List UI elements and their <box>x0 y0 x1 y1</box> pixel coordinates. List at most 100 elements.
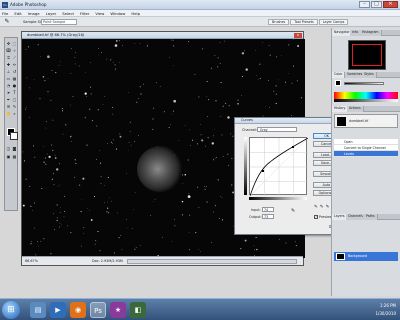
maximize-button[interactable]: □ <box>371 1 382 8</box>
preview-checkbox[interactable]: ✓ <box>314 215 318 219</box>
star <box>116 40 118 42</box>
star <box>96 158 97 160</box>
shape-tool-icon[interactable]: ▢ <box>12 97 17 102</box>
tab-brushes[interactable]: Brushes <box>268 19 290 25</box>
navigator-view-box[interactable] <box>352 44 382 66</box>
white-eyedropper-icon[interactable]: ✎ <box>326 205 330 210</box>
history-brush-tool-icon[interactable]: ↺ <box>12 69 17 74</box>
camera-app-icon[interactable]: ◧ <box>130 302 146 318</box>
gradient-tool-icon[interactable]: ▦ <box>12 76 17 81</box>
slice-tool-icon[interactable]: ⟋ <box>12 55 17 60</box>
blur-tool-icon[interactable]: ◔ <box>6 83 11 88</box>
menu-help[interactable]: Help <box>131 11 140 16</box>
clone-stamp-tool-icon[interactable]: ⊥ <box>6 69 11 74</box>
dodge-tool-icon[interactable]: ● <box>12 83 17 88</box>
color-ramp[interactable] <box>334 92 398 102</box>
crop-tool-icon[interactable]: ⌗ <box>6 55 11 60</box>
tab-histogram[interactable]: Histogram <box>360 30 382 36</box>
menu-select[interactable]: Select <box>62 11 74 16</box>
preview-toggle[interactable]: ✓ Preview <box>314 215 332 219</box>
star <box>114 44 118 47</box>
tab-actions[interactable]: Actions <box>347 106 364 112</box>
star <box>200 134 202 136</box>
eyedropper-tool-icon[interactable]: ✎ <box>12 104 17 109</box>
magic-wand-tool-icon[interactable]: ✧ <box>12 48 17 53</box>
tab-history[interactable]: History <box>332 106 349 112</box>
tab-channels[interactable]: Channels <box>346 214 366 220</box>
options-bar: ✎ Sample Size: Point Sample Brushes Tool… <box>0 17 400 27</box>
menu-file[interactable]: File <box>2 11 8 16</box>
layer-row[interactable]: Background <box>334 252 398 261</box>
star <box>195 232 197 234</box>
eyedropper-icon[interactable]: ✎ <box>3 18 11 26</box>
quick-mask-icon[interactable]: ◫ <box>6 146 11 151</box>
curve-pencil-icon[interactable]: ✎ <box>291 208 295 214</box>
healing-brush-tool-icon[interactable]: ✚ <box>6 62 11 67</box>
star <box>154 198 156 200</box>
tab-tool-presets[interactable]: Tool Presets <box>290 19 318 25</box>
color-panel-swatch[interactable] <box>335 80 341 86</box>
horizontal-scrollbar[interactable] <box>127 259 297 264</box>
photoshop-taskbar-icon[interactable]: Ps <box>90 302 106 318</box>
star <box>237 102 239 105</box>
move-tool-icon[interactable]: ✥ <box>6 41 11 46</box>
start-button[interactable]: ⊞ <box>2 301 20 319</box>
gray-slider[interactable] <box>344 82 384 85</box>
quick-mask-mode-icon[interactable]: ◙ <box>12 146 17 151</box>
notes-tool-icon[interactable]: ✉ <box>6 104 11 109</box>
star <box>120 235 122 236</box>
menu-layer[interactable]: Layer <box>46 11 57 16</box>
input-field[interactable]: 74 <box>262 207 274 212</box>
clock-time[interactable]: 1:26 PM <box>356 302 396 310</box>
menu-image[interactable]: Image <box>28 11 40 16</box>
minimize-button[interactable]: – <box>359 1 370 8</box>
star <box>188 249 190 251</box>
menu-view[interactable]: View <box>95 11 104 16</box>
black-eyedropper-icon[interactable]: ✎ <box>314 205 318 210</box>
document-close-button[interactable]: x <box>294 33 302 38</box>
star <box>34 227 36 229</box>
zoom-level[interactable]: 66.67% <box>25 259 38 263</box>
gray-eyedropper-icon[interactable]: ✎ <box>320 205 324 210</box>
star <box>30 243 32 245</box>
screen-mode-icon[interactable]: ▣ <box>6 154 11 159</box>
star <box>204 188 206 190</box>
menu-window[interactable]: Window <box>110 11 125 16</box>
star <box>43 161 45 163</box>
tab-styles[interactable]: Styles <box>362 72 377 78</box>
path-selection-tool-icon[interactable]: ➤ <box>6 90 11 95</box>
brush-tool-icon[interactable]: ✏ <box>12 62 17 67</box>
firefox-icon[interactable]: ◉ <box>70 302 86 318</box>
tab-layer-comps[interactable]: Layer Comps <box>318 19 349 25</box>
sample-size-select[interactable]: Point Sample <box>41 19 77 25</box>
type-tool-icon[interactable]: T <box>12 90 17 95</box>
pen-tool-icon[interactable]: ✒ <box>6 97 11 102</box>
explorer-icon[interactable]: ▤ <box>30 302 46 318</box>
eraser-tool-icon[interactable]: ▭ <box>6 76 11 81</box>
full-screen-mode-icon[interactable]: ▩ <box>12 154 17 159</box>
star <box>241 95 243 96</box>
lasso-tool-icon[interactable]: ↂ <box>6 48 11 53</box>
star <box>91 119 93 122</box>
close-button[interactable]: ✕ <box>383 1 398 8</box>
curve-graph[interactable] <box>249 137 309 197</box>
star <box>59 184 60 186</box>
star <box>55 72 57 74</box>
clock-date[interactable]: 1/30/2010 <box>356 310 396 318</box>
output-field[interactable]: 73 <box>262 214 274 219</box>
menu-filter[interactable]: Filter <box>80 11 89 16</box>
channel-select[interactable]: Gray <box>257 127 297 132</box>
zoom-tool-icon[interactable]: ⌕ <box>12 111 17 116</box>
menu-edit[interactable]: Edit <box>14 11 21 16</box>
history-item[interactable]: Levels <box>334 151 398 157</box>
background-color-swatch[interactable] <box>10 132 18 140</box>
marquee-tool-icon[interactable]: ⬚ <box>12 41 17 46</box>
media-player-icon[interactable]: ▶ <box>50 302 66 318</box>
tab-paths[interactable]: Paths <box>364 214 378 220</box>
navigator-preview[interactable] <box>348 40 386 70</box>
tab-color[interactable]: Color <box>332 72 346 78</box>
hand-tool-icon[interactable]: ✋ <box>6 111 11 116</box>
maxim-icon[interactable]: ★ <box>110 302 126 318</box>
star <box>259 77 261 79</box>
star <box>231 157 233 159</box>
